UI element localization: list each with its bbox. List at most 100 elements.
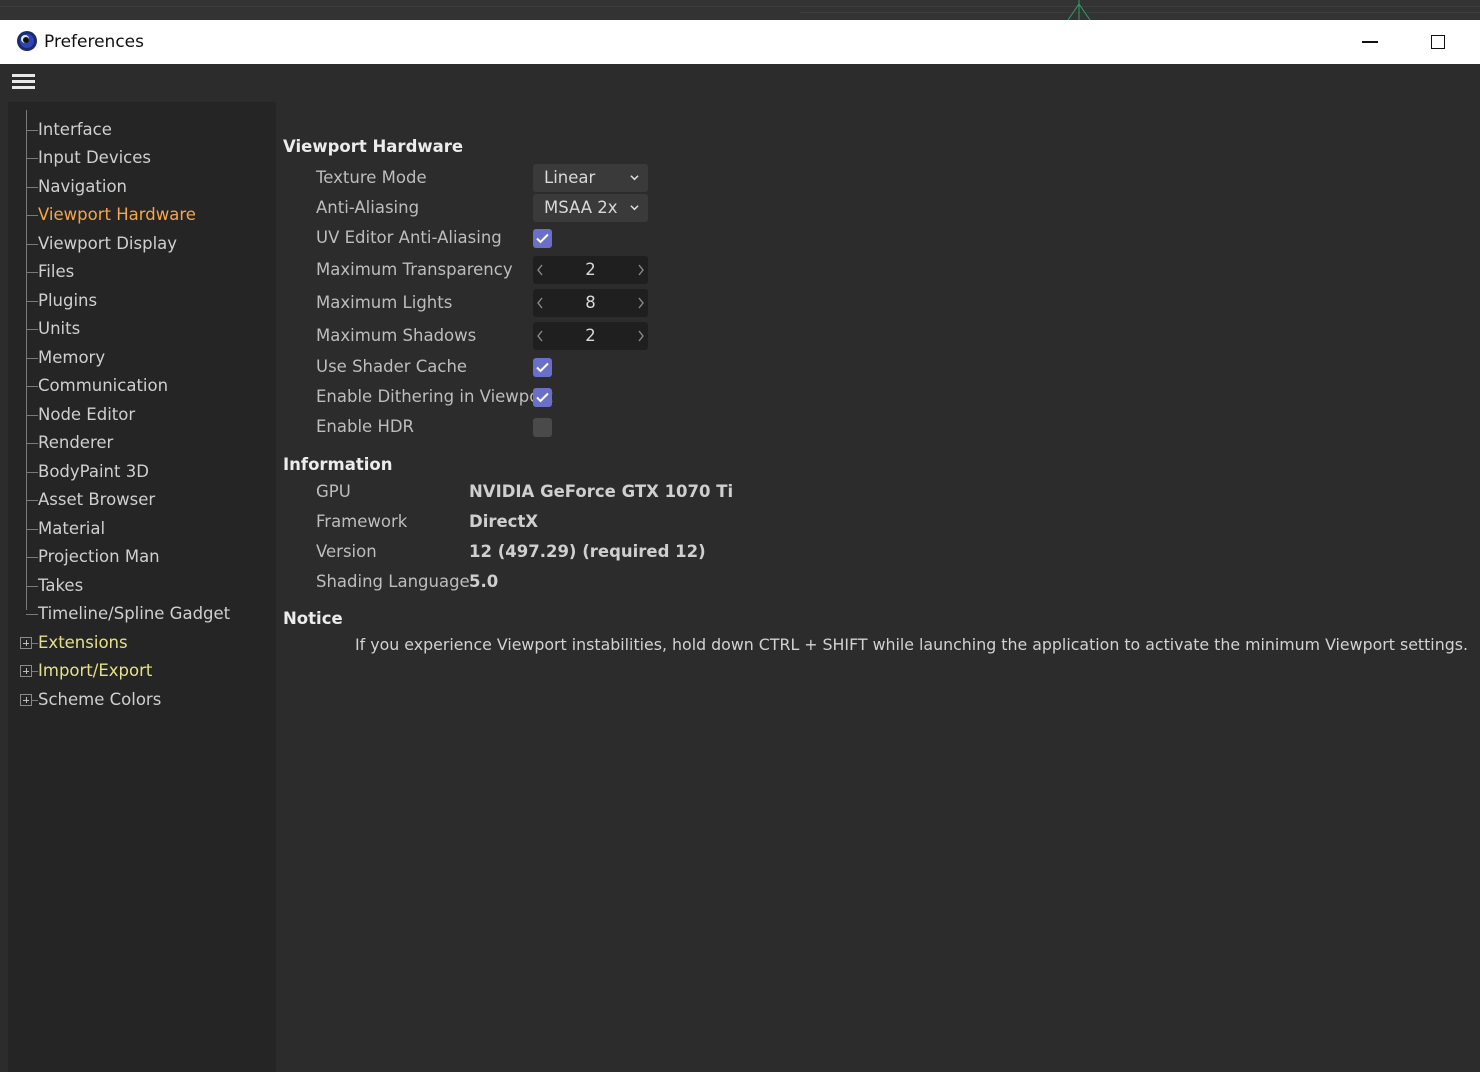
texture-mode-dropdown[interactable]: Linear bbox=[533, 164, 648, 192]
sidebar-item-communication[interactable]: Communication bbox=[8, 372, 276, 400]
sidebar-item-label: Node Editor bbox=[38, 405, 136, 424]
sidebar-item-scheme-colors[interactable]: Scheme Colors bbox=[8, 686, 276, 714]
sidebar-item-timeline-spline-gadget[interactable]: Timeline/Spline Gadget bbox=[8, 600, 276, 628]
checkmark-icon bbox=[536, 362, 549, 373]
enable-hdr-checkbox[interactable] bbox=[533, 418, 552, 437]
max-shadows-label: Maximum Shadows bbox=[316, 326, 477, 345]
info-shading-language-label: Shading Language bbox=[316, 572, 470, 591]
hamburger-menu-icon[interactable] bbox=[12, 72, 36, 92]
sidebar-item-navigation[interactable]: Navigation bbox=[8, 173, 276, 201]
texture-mode-value: Linear bbox=[544, 168, 596, 187]
checkmark-icon bbox=[536, 233, 549, 244]
enable-dithering-label: Enable Dithering in Viewport bbox=[316, 387, 553, 406]
sidebar-item-input-devices[interactable]: Input Devices bbox=[8, 144, 276, 172]
sidebar-item-label: Asset Browser bbox=[38, 490, 156, 509]
sidebar-item-label: Communication bbox=[38, 376, 169, 395]
enable-dithering-checkbox[interactable] bbox=[533, 388, 552, 407]
tree-connector bbox=[26, 500, 38, 501]
sidebar-item-node-editor[interactable]: Node Editor bbox=[8, 401, 276, 429]
info-shading-language-value: 5.0 bbox=[469, 572, 499, 591]
tree-connector bbox=[26, 614, 38, 615]
section-title-information: Information bbox=[283, 455, 393, 474]
expand-plus-icon[interactable] bbox=[20, 694, 32, 706]
sidebar-item-label: Scheme Colors bbox=[38, 690, 162, 709]
info-framework-value: DirectX bbox=[469, 512, 539, 531]
max-shadows-stepper[interactable]: 2 bbox=[533, 322, 648, 350]
tree-connector bbox=[26, 272, 38, 273]
sidebar-item-label: BodyPaint 3D bbox=[38, 462, 149, 481]
sidebar-item-renderer[interactable]: Renderer bbox=[8, 429, 276, 457]
texture-mode-label: Texture Mode bbox=[316, 168, 427, 187]
sidebar-item-interface[interactable]: Interface bbox=[8, 116, 276, 144]
sidebar-item-asset-browser[interactable]: Asset Browser bbox=[8, 486, 276, 514]
title-bar[interactable]: Preferences bbox=[0, 20, 1480, 64]
info-framework-label: Framework bbox=[316, 512, 408, 531]
max-shadows-value[interactable]: 2 bbox=[533, 326, 648, 345]
tree-connector bbox=[26, 529, 38, 530]
tree-connector bbox=[26, 329, 38, 330]
anti-aliasing-dropdown[interactable]: MSAA 2x bbox=[533, 194, 648, 222]
sidebar-item-label: Interface bbox=[38, 120, 112, 139]
tree-connector bbox=[26, 586, 38, 587]
sidebar-item-import-export[interactable]: Import/Export bbox=[8, 657, 276, 685]
sidebar-item-label: Import/Export bbox=[38, 661, 153, 680]
enable-hdr-label: Enable HDR bbox=[316, 417, 415, 436]
sidebar-item-projection-man[interactable]: Projection Man bbox=[8, 543, 276, 571]
sidebar-item-label: Viewport Hardware bbox=[38, 205, 196, 224]
increment-arrow-icon[interactable] bbox=[636, 297, 646, 309]
sidebar-item-label: Navigation bbox=[38, 177, 127, 196]
max-lights-stepper[interactable]: 8 bbox=[533, 289, 648, 317]
use-shader-cache-checkbox[interactable] bbox=[533, 358, 552, 377]
preferences-sidebar: Interface Input Devices Navigation Viewport… bbox=[8, 102, 276, 1072]
sidebar-item-label: Plugins bbox=[38, 291, 98, 310]
info-gpu-value: NVIDIA GeForce GTX 1070 Ti bbox=[469, 482, 734, 501]
sidebar-item-plugins[interactable]: Plugins bbox=[8, 287, 276, 315]
tree-connector bbox=[26, 386, 38, 387]
max-lights-value[interactable]: 8 bbox=[533, 293, 648, 312]
tree-connector bbox=[26, 358, 38, 359]
tree-connector bbox=[26, 130, 38, 131]
minimize-button[interactable] bbox=[1354, 26, 1386, 58]
use-shader-cache-label: Use Shader Cache bbox=[316, 357, 468, 376]
expand-plus-icon[interactable] bbox=[20, 637, 32, 649]
tree-connector bbox=[26, 472, 38, 473]
section-title-notice: Notice bbox=[283, 609, 343, 628]
sidebar-item-extensions[interactable]: Extensions bbox=[8, 629, 276, 657]
max-transparency-value[interactable]: 2 bbox=[533, 260, 648, 279]
sidebar-item-units[interactable]: Units bbox=[8, 315, 276, 343]
expand-plus-icon[interactable] bbox=[20, 665, 32, 677]
tree-connector bbox=[26, 415, 38, 416]
tree-connector bbox=[26, 557, 38, 558]
window-title: Preferences bbox=[44, 32, 144, 52]
sidebar-item-memory[interactable]: Memory bbox=[8, 344, 276, 372]
menu-bar bbox=[0, 64, 1480, 102]
sidebar-item-viewport-hardware[interactable]: Viewport Hardware bbox=[8, 201, 276, 229]
sidebar-item-viewport-display[interactable]: Viewport Display bbox=[8, 230, 276, 258]
increment-arrow-icon[interactable] bbox=[636, 330, 646, 342]
sidebar-item-label: Material bbox=[38, 519, 106, 538]
tree-connector bbox=[26, 215, 38, 216]
sidebar-item-takes[interactable]: Takes bbox=[8, 572, 276, 600]
tree-connector bbox=[26, 244, 38, 245]
max-lights-label: Maximum Lights bbox=[316, 293, 453, 312]
sidebar-item-label: Extensions bbox=[38, 633, 128, 652]
info-version-value: 12 (497.29) (required 12) bbox=[469, 542, 706, 561]
background-viewport-strip bbox=[0, 0, 1480, 20]
minimize-icon bbox=[1362, 41, 1378, 43]
uv-editor-aa-label: UV Editor Anti-Aliasing bbox=[316, 228, 502, 247]
anti-aliasing-value: MSAA 2x bbox=[544, 198, 618, 217]
max-transparency-stepper[interactable]: 2 bbox=[533, 256, 648, 284]
info-version-label: Version bbox=[316, 542, 377, 561]
uv-editor-aa-checkbox[interactable] bbox=[533, 229, 552, 248]
maximize-button[interactable] bbox=[1422, 26, 1454, 58]
sidebar-item-bodypaint-3d[interactable]: BodyPaint 3D bbox=[8, 458, 276, 486]
sidebar-item-label: Memory bbox=[38, 348, 106, 367]
sidebar-item-files[interactable]: Files bbox=[8, 258, 276, 286]
cinema4d-logo-icon bbox=[17, 31, 37, 51]
increment-arrow-icon[interactable] bbox=[636, 264, 646, 276]
tree-connector bbox=[26, 301, 38, 302]
chevron-down-icon bbox=[630, 205, 639, 211]
sidebar-item-material[interactable]: Material bbox=[8, 515, 276, 543]
sidebar-item-label: Takes bbox=[38, 576, 84, 595]
preferences-window: Preferences Interface Input Devices Naviga… bbox=[0, 20, 1480, 1072]
